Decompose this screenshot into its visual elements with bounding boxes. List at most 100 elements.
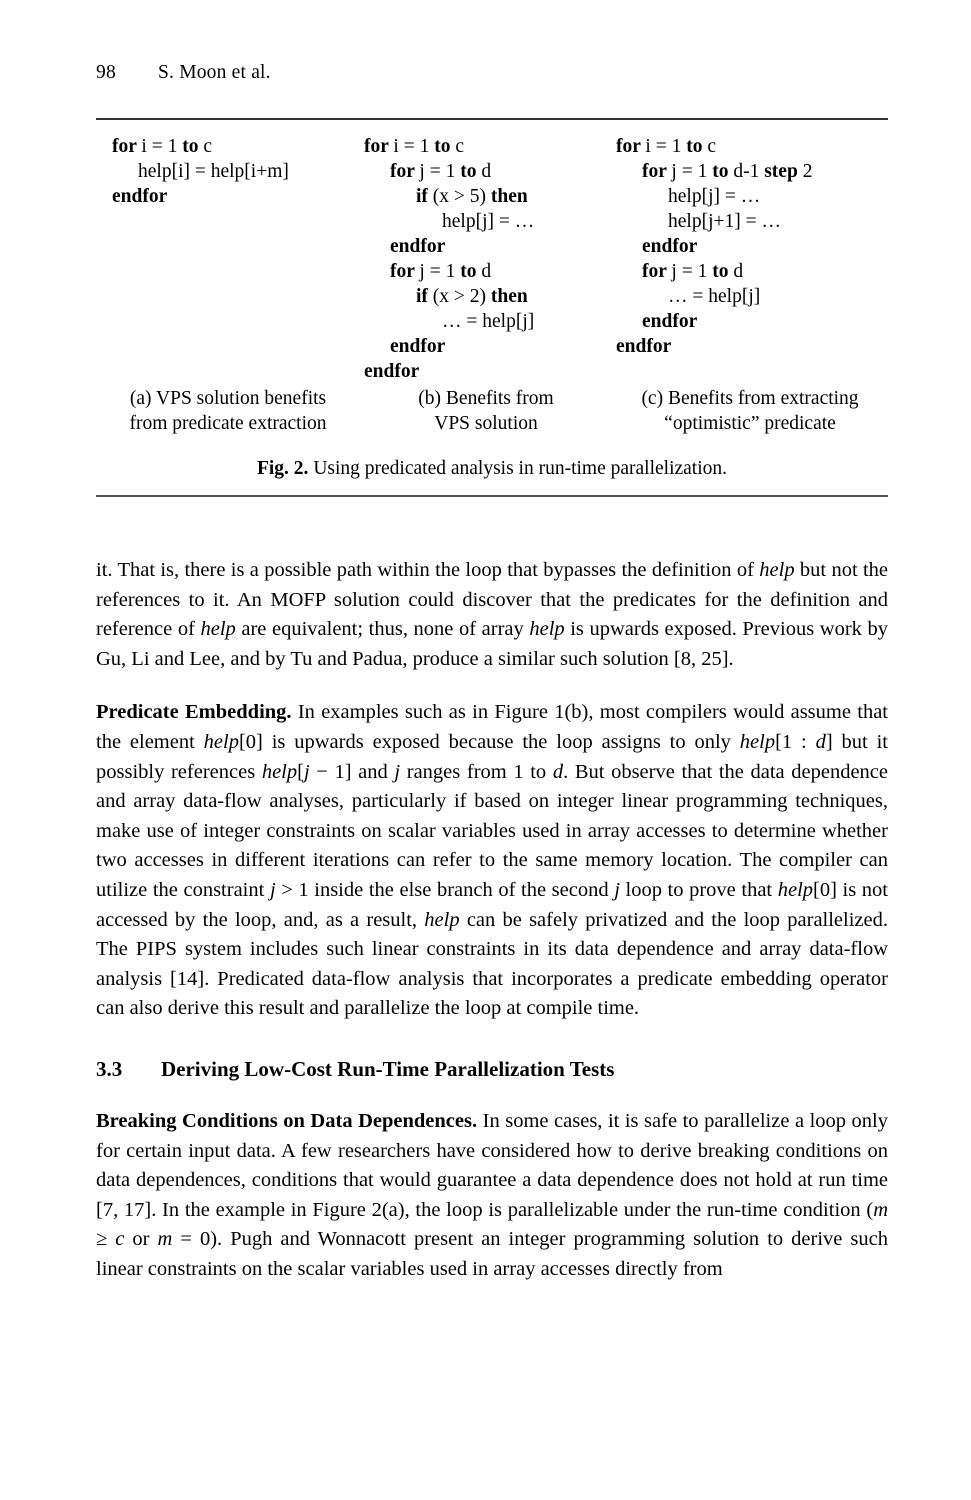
text-run: > 1 inside the else branch of the second xyxy=(275,878,615,901)
text-run: loop to prove that xyxy=(619,878,778,901)
subcaption-a-line1: (a) VPS solution benefits xyxy=(129,388,327,409)
code-text: i = 1 xyxy=(645,136,687,157)
figure-caption: Fig. 2. Using predicated analysis in run… xyxy=(96,456,888,481)
code-line: for i = 1 to c xyxy=(364,134,534,159)
text-run: ranges from 1 to xyxy=(400,760,553,783)
code-line: … = help[j] xyxy=(616,284,812,309)
text-run: = 0). Pugh and Wonnacott present an inte… xyxy=(96,1228,888,1280)
text-run: [0] is upwards exposed because the loop … xyxy=(238,730,740,753)
code-line: help[i] = help[i+m] xyxy=(112,159,289,184)
math-variable: help xyxy=(203,730,239,753)
code-keyword: to xyxy=(182,136,204,157)
subcaption-c: (c) Benefits from extracting “optimistic… xyxy=(612,386,888,436)
code-text: d xyxy=(733,261,744,282)
code-text: j = 1 xyxy=(419,261,461,282)
code-keyword: for xyxy=(642,161,672,182)
runin-heading-predicate-embedding: Predicate Embedding. xyxy=(96,701,292,724)
code-keyword: for xyxy=(390,161,420,182)
math-variable: help xyxy=(424,908,460,931)
figure-code-area: for i = 1 to c help[i] = help[i+m] endfor … xyxy=(96,134,888,384)
code-keyword: for xyxy=(364,136,394,157)
paragraph-predicate-embedding: Predicate Embedding. In examples such as… xyxy=(96,698,888,1024)
code-column-b: for i = 1 to c for j = 1 to d if (x > 5) t… xyxy=(364,134,534,384)
math-variable: help xyxy=(529,618,565,641)
code-line: … = help[j] xyxy=(364,309,534,334)
subcaption-a: (a) VPS solution benefits from predicate… xyxy=(96,386,360,436)
code-line: endfor xyxy=(616,309,812,334)
code-column-c: for i = 1 to c for j = 1 to d-1 step 2 hel… xyxy=(616,134,812,359)
code-line: endfor xyxy=(616,234,812,259)
code-text: help[i] = help[i+m] xyxy=(138,161,289,182)
code-text: … = help[j] xyxy=(442,311,535,332)
code-line: for j = 1 to d-1 step 2 xyxy=(616,159,812,184)
running-head: 98 S. Moon et al. xyxy=(96,62,888,84)
subcaption-b: (b) Benefits from VPS solution xyxy=(360,386,612,436)
subcaption-a-line2: from predicate extraction xyxy=(129,413,327,434)
text-run: [ xyxy=(297,760,304,783)
code-keyword: for xyxy=(390,261,420,282)
code-keyword: then xyxy=(490,186,528,207)
code-keyword: to xyxy=(460,161,482,182)
runin-heading-breaking-conditions: Breaking Conditions on Data Dependences. xyxy=(96,1109,478,1132)
code-text: help[j] = … xyxy=(668,186,761,207)
figure-top-rule xyxy=(96,118,888,120)
code-line: endfor xyxy=(364,234,534,259)
text-run: it. That is, there is a possible path wi… xyxy=(96,559,760,581)
math-variable: help xyxy=(261,760,298,783)
section-title: Deriving Low-Cost Run-Time Parallelizati… xyxy=(161,1056,615,1081)
code-keyword: endfor xyxy=(112,186,168,207)
code-text: c xyxy=(455,136,464,157)
page-number: 98 xyxy=(96,62,116,83)
figure-caption-text: Using predicated analysis in run-time pa… xyxy=(308,458,728,479)
code-keyword: if xyxy=(416,286,433,307)
code-keyword: endfor xyxy=(642,236,698,257)
code-keyword: endfor xyxy=(390,236,446,257)
code-text: i = 1 xyxy=(393,136,435,157)
code-line: if (x > 2) then xyxy=(364,284,534,309)
code-text: c xyxy=(707,136,716,157)
figure-2: for i = 1 to c help[i] = help[i+m] endfor … xyxy=(96,118,888,497)
running-head-authors: S. Moon et al. xyxy=(158,62,271,83)
code-text: i = 1 xyxy=(141,136,183,157)
code-keyword: endfor xyxy=(616,336,672,357)
body-text: it. That is, there is a possible path wi… xyxy=(96,556,888,1284)
code-line: endfor xyxy=(364,334,534,359)
paper-page: 98 S. Moon et al. for i = 1 to c help[i] =… xyxy=(0,0,971,1500)
code-line: for j = 1 to d xyxy=(364,159,534,184)
text-run: are equivalent; thus, none of array xyxy=(235,618,530,641)
code-text: help[j+1] = … xyxy=(668,211,781,232)
figure-subcaptions: (a) VPS solution benefits from predicate… xyxy=(96,386,888,444)
code-keyword: to xyxy=(686,136,708,157)
paragraph-breaking-conditions: Breaking Conditions on Data Dependences.… xyxy=(96,1107,888,1285)
math-variable: m xyxy=(157,1228,173,1251)
code-line: help[j+1] = … xyxy=(616,209,812,234)
paragraph-1: it. That is, there is a possible path wi… xyxy=(96,556,888,674)
code-text: d-1 xyxy=(733,161,765,182)
code-keyword: step xyxy=(764,161,803,182)
code-text: … = help[j] xyxy=(668,286,761,307)
code-keyword: to xyxy=(712,161,734,182)
code-line: for i = 1 to c xyxy=(616,134,812,159)
text-run: − 1] and xyxy=(309,760,395,783)
math-variable: help xyxy=(759,559,795,581)
code-line: for j = 1 to d xyxy=(616,259,812,284)
code-keyword: for xyxy=(642,261,672,282)
math-variable: d xyxy=(552,760,564,783)
code-keyword: to xyxy=(712,261,734,282)
math-variable: m xyxy=(873,1198,888,1221)
math-variable: help xyxy=(739,730,776,753)
code-line: if (x > 5) then xyxy=(364,184,534,209)
code-text: (x > 5) xyxy=(432,186,491,207)
code-text: 2 xyxy=(802,161,813,182)
section-number: 3.3 xyxy=(96,1056,123,1081)
text-run: or xyxy=(124,1228,158,1251)
code-line: for j = 1 to d xyxy=(364,259,534,284)
text-run: [1 : xyxy=(775,730,816,753)
code-keyword: if xyxy=(416,186,433,207)
code-text: j = 1 xyxy=(671,261,713,282)
code-keyword: endfor xyxy=(364,361,420,382)
code-text: c xyxy=(203,136,212,157)
code-keyword: for xyxy=(112,136,142,157)
code-text: help[j] = … xyxy=(442,211,535,232)
code-text: (x > 2) xyxy=(432,286,491,307)
